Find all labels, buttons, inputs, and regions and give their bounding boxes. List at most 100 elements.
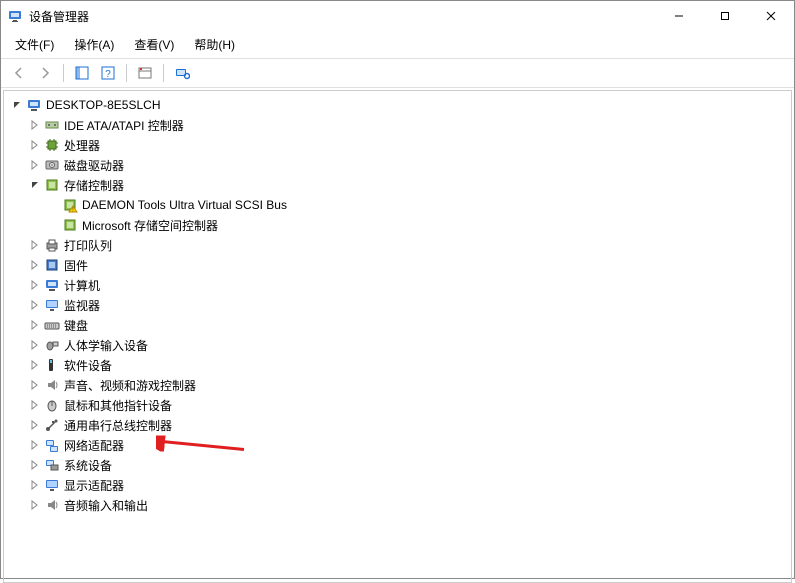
expand-icon[interactable] xyxy=(28,238,42,252)
tree-item-label: 鼠标和其他指针设备 xyxy=(64,397,172,414)
title-bar: 设备管理器 xyxy=(1,1,794,31)
mouse-icon xyxy=(44,397,60,413)
tree-item-label: 声音、视频和游戏控制器 xyxy=(64,377,196,394)
tree-item-16[interactable]: 显示适配器 xyxy=(6,475,789,495)
computer-icon xyxy=(26,97,42,113)
tree-item-15[interactable]: 系统设备 xyxy=(6,455,789,475)
expand-icon[interactable] xyxy=(28,118,42,132)
window-controls xyxy=(656,1,794,31)
expand-icon[interactable] xyxy=(28,438,42,452)
svg-text:?: ? xyxy=(105,69,111,80)
collapse-icon[interactable] xyxy=(28,178,42,192)
tree-item-label: 固件 xyxy=(64,257,88,274)
show-hide-tree-button[interactable] xyxy=(70,62,94,84)
device-tree[interactable]: DESKTOP-8E5SLCH IDE ATA/ATAPI 控制器处理器磁盘驱动器… xyxy=(3,90,792,583)
tree-item-label: 系统设备 xyxy=(64,457,112,474)
expand-icon[interactable] xyxy=(28,398,42,412)
maximize-button[interactable] xyxy=(702,1,748,31)
annotation-arrow xyxy=(156,436,246,455)
scan-hardware-button[interactable] xyxy=(170,62,194,84)
tree-item-14[interactable]: 网络适配器 xyxy=(6,435,789,455)
expand-icon[interactable] xyxy=(28,498,42,512)
toolbar-separator xyxy=(163,64,164,82)
forward-button[interactable] xyxy=(33,62,57,84)
minimize-button[interactable] xyxy=(656,1,702,31)
tree-item-10[interactable]: 软件设备 xyxy=(6,355,789,375)
tree-item-12[interactable]: 鼠标和其他指针设备 xyxy=(6,395,789,415)
tree-item-7[interactable]: 监视器 xyxy=(6,295,789,315)
ide-icon xyxy=(44,117,60,133)
tree-item-label: 键盘 xyxy=(64,317,88,334)
audio-icon xyxy=(44,377,60,393)
expand-icon[interactable] xyxy=(28,458,42,472)
tree-item-8[interactable]: 键盘 xyxy=(6,315,789,335)
toolbar-separator xyxy=(63,64,64,82)
storage-icon xyxy=(62,217,78,233)
close-button[interactable] xyxy=(748,1,794,31)
system-icon xyxy=(44,457,60,473)
properties-button[interactable] xyxy=(133,62,157,84)
help-button[interactable]: ? xyxy=(96,62,120,84)
display-icon xyxy=(44,477,60,493)
expand-icon[interactable] xyxy=(28,258,42,272)
tree-item-label: 显示适配器 xyxy=(64,477,124,494)
tree-item-9[interactable]: 人体学输入设备 xyxy=(6,335,789,355)
disk-icon xyxy=(44,157,60,173)
tree-item-5[interactable]: 固件 xyxy=(6,255,789,275)
expand-icon[interactable] xyxy=(28,478,42,492)
tree-item-label: 音频输入和输出 xyxy=(64,497,148,514)
tree-item-label: 软件设备 xyxy=(64,357,112,374)
audioio-icon xyxy=(44,497,60,513)
menu-help[interactable]: 帮助(H) xyxy=(190,34,239,55)
tree-root[interactable]: DESKTOP-8E5SLCH xyxy=(6,95,789,115)
tree-item-label: 打印队列 xyxy=(64,237,112,254)
expand-icon[interactable] xyxy=(28,278,42,292)
back-button[interactable] xyxy=(7,62,31,84)
tree-item-label: 通用串行总线控制器 xyxy=(64,417,172,434)
tree-item-label: 监视器 xyxy=(64,297,100,314)
expand-icon[interactable] xyxy=(28,298,42,312)
menu-file[interactable]: 文件(F) xyxy=(11,34,58,55)
toolbar: ? xyxy=(1,59,794,88)
tree-item-13[interactable]: 通用串行总线控制器 xyxy=(6,415,789,435)
window-title: 设备管理器 xyxy=(29,8,656,25)
no-expander xyxy=(46,198,60,212)
tree-item-label: 网络适配器 xyxy=(64,437,124,454)
tree-item-3-0[interactable]: !DAEMON Tools Ultra Virtual SCSI Bus xyxy=(6,195,789,215)
tree-item-1[interactable]: 处理器 xyxy=(6,135,789,155)
tree-item-label: 人体学输入设备 xyxy=(64,337,148,354)
tree-item-3[interactable]: 存储控制器 xyxy=(6,175,789,195)
tree-item-label: DESKTOP-8E5SLCH xyxy=(46,98,161,112)
expand-icon[interactable] xyxy=(28,138,42,152)
tree-item-4[interactable]: 打印队列 xyxy=(6,235,789,255)
expand-icon[interactable] xyxy=(28,358,42,372)
software-icon xyxy=(44,357,60,373)
expand-icon[interactable] xyxy=(28,338,42,352)
tree-item-17[interactable]: 音频输入和输出 xyxy=(6,495,789,515)
tree-item-0[interactable]: IDE ATA/ATAPI 控制器 xyxy=(6,115,789,135)
collapse-icon[interactable] xyxy=(10,98,24,112)
usb-icon xyxy=(44,417,60,433)
keyboard-icon xyxy=(44,317,60,333)
no-expander xyxy=(46,218,60,232)
tree-item-label: IDE ATA/ATAPI 控制器 xyxy=(64,117,184,134)
menu-bar: 文件(F) 操作(A) 查看(V) 帮助(H) xyxy=(1,31,794,59)
tree-item-11[interactable]: 声音、视频和游戏控制器 xyxy=(6,375,789,395)
expand-icon[interactable] xyxy=(28,158,42,172)
tree-item-label: 处理器 xyxy=(64,137,100,154)
expand-icon[interactable] xyxy=(28,418,42,432)
tree-item-label: 存储控制器 xyxy=(64,177,124,194)
firmware-icon xyxy=(44,257,60,273)
expand-icon[interactable] xyxy=(28,378,42,392)
tree-item-label: Microsoft 存储空间控制器 xyxy=(82,217,218,234)
menu-view[interactable]: 查看(V) xyxy=(130,34,178,55)
tree-item-6[interactable]: 计算机 xyxy=(6,275,789,295)
menu-action[interactable]: 操作(A) xyxy=(70,34,118,55)
computer-icon xyxy=(44,277,60,293)
tree-item-2[interactable]: 磁盘驱动器 xyxy=(6,155,789,175)
tree-item-3-1[interactable]: Microsoft 存储空间控制器 xyxy=(6,215,789,235)
expand-icon[interactable] xyxy=(28,318,42,332)
svg-text:!: ! xyxy=(72,208,73,214)
hid-icon xyxy=(44,337,60,353)
storage-icon xyxy=(44,177,60,193)
